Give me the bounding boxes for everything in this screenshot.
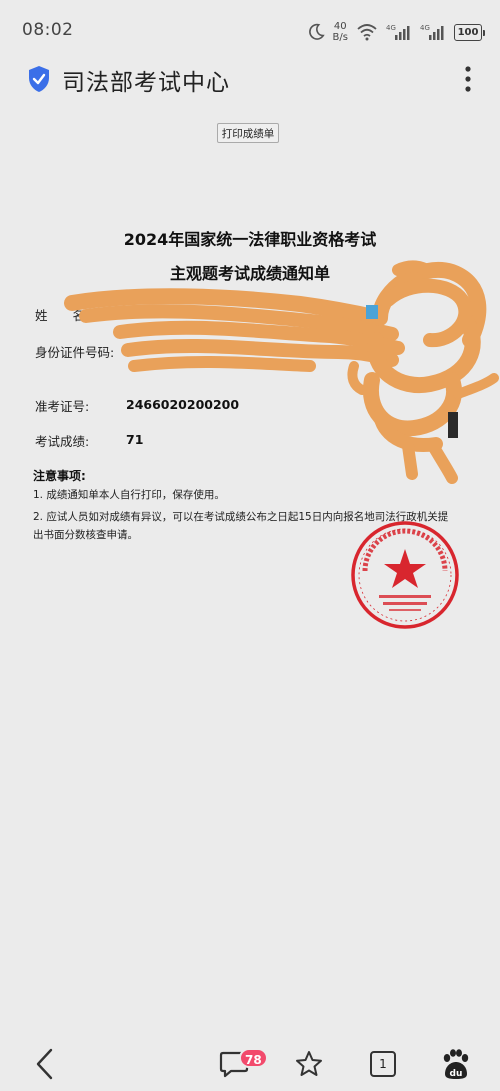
star-icon — [296, 1051, 322, 1076]
official-seal — [351, 521, 459, 629]
comments-badge: 78 — [239, 1048, 268, 1068]
name-label: 姓 名: — [35, 308, 90, 323]
tabs-button[interactable]: 1 — [363, 1044, 403, 1084]
wifi-icon — [357, 24, 377, 41]
status-bar: 08:02 40 B/s 4G 4G 100 — [0, 0, 500, 58]
favorite-button[interactable] — [289, 1044, 329, 1084]
svg-text:du: du — [450, 1069, 463, 1079]
svg-text:4G: 4G — [386, 24, 396, 32]
shield-check-icon — [29, 66, 49, 92]
exam-score-value: 71 — [126, 432, 144, 447]
net-speed-value: 40 — [333, 21, 347, 32]
note-line-1: 1. 成绩通知单本人自行打印，保存使用。 — [33, 489, 225, 501]
svg-text:4G: 4G — [420, 24, 430, 32]
baidu-button[interactable]: du — [435, 1044, 475, 1084]
document-title-line2: 主观题考试成绩通知单 — [169, 264, 330, 283]
page-title: 司法部考试中心 — [62, 70, 230, 96]
net-speed-unit: B/s — [332, 32, 348, 43]
moon-icon — [308, 23, 325, 40]
baidu-paw-icon: du — [443, 1049, 469, 1079]
net-speed: 40 B/s — [333, 21, 348, 43]
tabs-icon: 1 — [370, 1051, 396, 1077]
back-button[interactable] — [24, 1044, 64, 1084]
signal-4g-icon-2: 4G — [420, 24, 444, 40]
status-icons: 40 B/s 4G 4G 100 — [307, 18, 485, 46]
document-title-line1: 2024年国家统一法律职业资格考试 — [123, 230, 377, 249]
print-transcript-button[interactable]: 打印成绩单 — [217, 123, 279, 143]
exam-score-label: 考试成绩: — [35, 434, 90, 449]
back-arrow-icon — [36, 1048, 53, 1080]
admission-number-value: 2466020200200 — [126, 397, 240, 412]
bottom-nav: 78 1 du — [0, 1040, 500, 1091]
app-header: 司法部考试中心 — [0, 58, 500, 102]
battery-icon: 100 — [454, 23, 485, 41]
notes-title: 注意事项: — [33, 469, 86, 483]
status-time: 08:02 — [22, 20, 74, 40]
note-line-3: 出书面分数核查申请。 — [33, 529, 138, 541]
more-vertical-icon[interactable] — [464, 64, 472, 94]
signal-4g-icon: 4G — [386, 24, 410, 40]
admission-number-label: 准考证号: — [35, 399, 90, 414]
id-number-label: 身份证件号码: — [35, 345, 115, 360]
